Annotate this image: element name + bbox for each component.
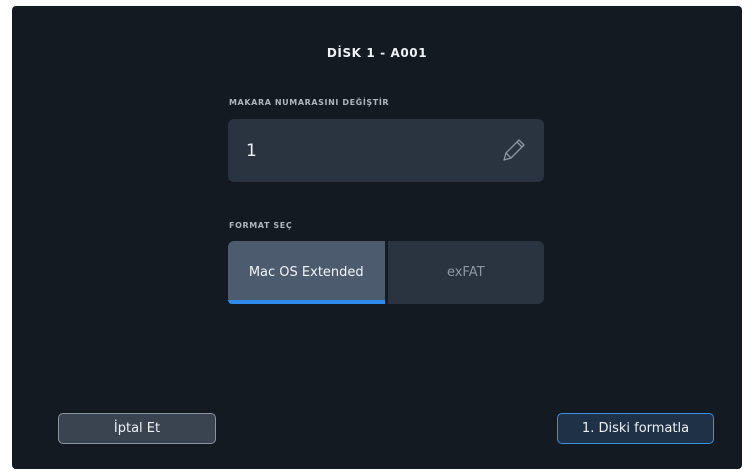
format-option-label: exFAT [446,265,485,280]
format-option-label: Mac OS Extended [248,265,364,280]
pencil-icon[interactable] [500,136,528,164]
format-option-exfat[interactable]: exFAT [387,241,544,304]
reel-number-label: MAKARA NUMARASINI DEĞİŞTİR [229,98,390,107]
format-disk-dialog: DİSK 1 - A001 MAKARA NUMARASINI DEĞİŞTİR… [12,6,742,469]
selected-indicator [228,300,385,304]
format-disk-button[interactable]: 1. Diski formatla [557,413,714,444]
format-option-mac-os-extended[interactable]: Mac OS Extended [228,241,385,304]
reel-number-value: 1 [246,141,257,161]
format-segmented-control: Mac OS Extended exFAT [228,241,544,304]
dialog-title: DİSK 1 - A001 [326,46,428,60]
format-select-label: FORMAT SEÇ [229,221,293,230]
cancel-button[interactable]: İptal Et [58,413,216,444]
reel-number-field[interactable]: 1 [228,119,544,182]
